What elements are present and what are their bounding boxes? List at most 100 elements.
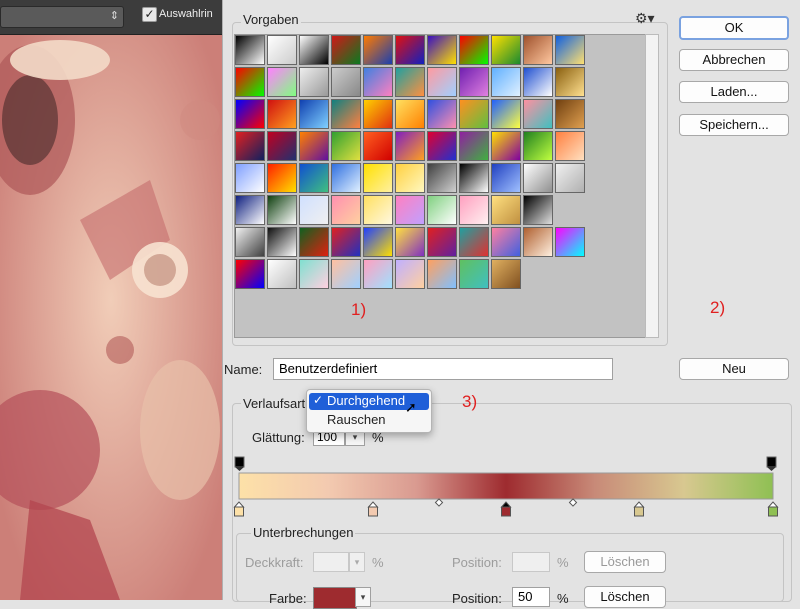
preset-swatch[interactable]: [427, 99, 457, 129]
color-swatch[interactable]: [313, 587, 357, 609]
opacity-stop-right[interactable]: [766, 456, 777, 471]
preset-swatch[interactable]: [491, 67, 521, 97]
preset-swatch[interactable]: [267, 195, 297, 225]
preset-swatch[interactable]: [395, 131, 425, 161]
preset-swatch[interactable]: [491, 131, 521, 161]
preset-swatch[interactable]: [395, 227, 425, 257]
preset-swatch[interactable]: [459, 163, 489, 193]
preset-swatch[interactable]: [331, 195, 361, 225]
preset-swatch[interactable]: [427, 163, 457, 193]
preset-swatch[interactable]: [523, 131, 553, 161]
preset-swatch[interactable]: [427, 35, 457, 65]
preset-swatch[interactable]: [395, 195, 425, 225]
color-position-field[interactable]: 50: [512, 587, 550, 607]
preset-swatch[interactable]: [395, 259, 425, 289]
preset-swatch[interactable]: [491, 35, 521, 65]
auswahlring-checkbox[interactable]: ✓: [142, 7, 157, 22]
preset-swatch[interactable]: [235, 227, 265, 257]
opacity-stop-left[interactable]: [234, 456, 245, 471]
midpoint-diamond[interactable]: [434, 498, 444, 507]
preset-swatch[interactable]: [427, 67, 457, 97]
preset-swatch[interactable]: [299, 227, 329, 257]
preset-swatch[interactable]: [459, 195, 489, 225]
preset-swatch[interactable]: [235, 195, 265, 225]
preset-swatch[interactable]: [235, 67, 265, 97]
preset-swatch[interactable]: [299, 195, 329, 225]
preset-swatch[interactable]: [267, 227, 297, 257]
preset-swatch[interactable]: [555, 163, 585, 193]
color-stop[interactable]: [233, 501, 245, 517]
preset-swatch[interactable]: [299, 67, 329, 97]
color-stop[interactable]: [367, 501, 379, 517]
color-delete-button[interactable]: Löschen: [584, 586, 666, 608]
color-stop[interactable]: [767, 501, 779, 517]
preset-swatch[interactable]: [491, 99, 521, 129]
preset-swatch[interactable]: [363, 131, 393, 161]
gear-icon[interactable]: ⚙▾: [635, 10, 655, 27]
new-button[interactable]: Neu: [679, 358, 789, 380]
preset-swatch[interactable]: [267, 35, 297, 65]
color-stop[interactable]: [633, 501, 645, 517]
preset-swatch[interactable]: [363, 195, 393, 225]
preset-swatch[interactable]: [363, 259, 393, 289]
preset-swatch[interactable]: [331, 35, 361, 65]
preset-swatch[interactable]: [331, 99, 361, 129]
preset-swatch[interactable]: [235, 99, 265, 129]
popup-option-rauschen[interactable]: Rauschen: [327, 412, 386, 427]
preset-swatch[interactable]: [427, 227, 457, 257]
preset-swatch[interactable]: [363, 99, 393, 129]
preset-swatch[interactable]: [363, 35, 393, 65]
preset-swatch[interactable]: [523, 227, 553, 257]
preset-swatch[interactable]: [427, 259, 457, 289]
preset-swatch[interactable]: [523, 163, 553, 193]
preset-swatch[interactable]: [235, 35, 265, 65]
preset-swatch[interactable]: [267, 163, 297, 193]
color-dropdown-icon[interactable]: ▾: [355, 587, 371, 607]
preset-swatch[interactable]: [523, 99, 553, 129]
preset-swatch[interactable]: [331, 131, 361, 161]
preset-swatch[interactable]: [235, 163, 265, 193]
ok-button[interactable]: OK: [679, 16, 789, 40]
preset-swatch[interactable]: [395, 163, 425, 193]
preset-swatch[interactable]: [331, 227, 361, 257]
preset-swatch[interactable]: [459, 259, 489, 289]
preset-swatch[interactable]: [491, 227, 521, 257]
toolbar-dropdown[interactable]: ⇕: [0, 6, 124, 28]
color-stop[interactable]: [500, 501, 512, 517]
preset-swatch[interactable]: [267, 259, 297, 289]
preset-swatch[interactable]: [523, 35, 553, 65]
preset-swatch[interactable]: [427, 195, 457, 225]
preset-swatch[interactable]: [395, 67, 425, 97]
load-button[interactable]: Laden...: [679, 81, 789, 103]
preset-swatch[interactable]: [363, 163, 393, 193]
preset-swatch[interactable]: [395, 99, 425, 129]
preset-swatch[interactable]: [459, 99, 489, 129]
preset-swatch[interactable]: [299, 99, 329, 129]
preset-swatch[interactable]: [459, 35, 489, 65]
preset-swatch[interactable]: [555, 99, 585, 129]
preset-swatch[interactable]: [491, 163, 521, 193]
presets-scrollbar[interactable]: [645, 34, 659, 338]
preset-swatch[interactable]: [299, 259, 329, 289]
popup-option-durchgehend[interactable]: Durchgehend: [327, 393, 405, 408]
preset-swatch[interactable]: [235, 259, 265, 289]
name-field[interactable]: Benutzerdefiniert: [273, 358, 613, 380]
preset-swatch[interactable]: [267, 99, 297, 129]
save-button[interactable]: Speichern...: [679, 114, 789, 136]
preset-swatch[interactable]: [555, 227, 585, 257]
preset-swatch[interactable]: [395, 35, 425, 65]
preset-swatch[interactable]: [459, 227, 489, 257]
preset-swatch[interactable]: [555, 67, 585, 97]
preset-swatch[interactable]: [427, 131, 457, 161]
preset-swatch[interactable]: [363, 227, 393, 257]
preset-swatch[interactable]: [491, 259, 521, 289]
preset-swatch[interactable]: [331, 67, 361, 97]
preset-swatch[interactable]: [235, 131, 265, 161]
preset-swatch[interactable]: [331, 163, 361, 193]
preset-swatch[interactable]: [523, 195, 553, 225]
preset-swatch[interactable]: [267, 67, 297, 97]
preset-swatch[interactable]: [299, 35, 329, 65]
preset-swatch[interactable]: [555, 35, 585, 65]
preset-swatch[interactable]: [331, 259, 361, 289]
preset-swatch[interactable]: [299, 163, 329, 193]
